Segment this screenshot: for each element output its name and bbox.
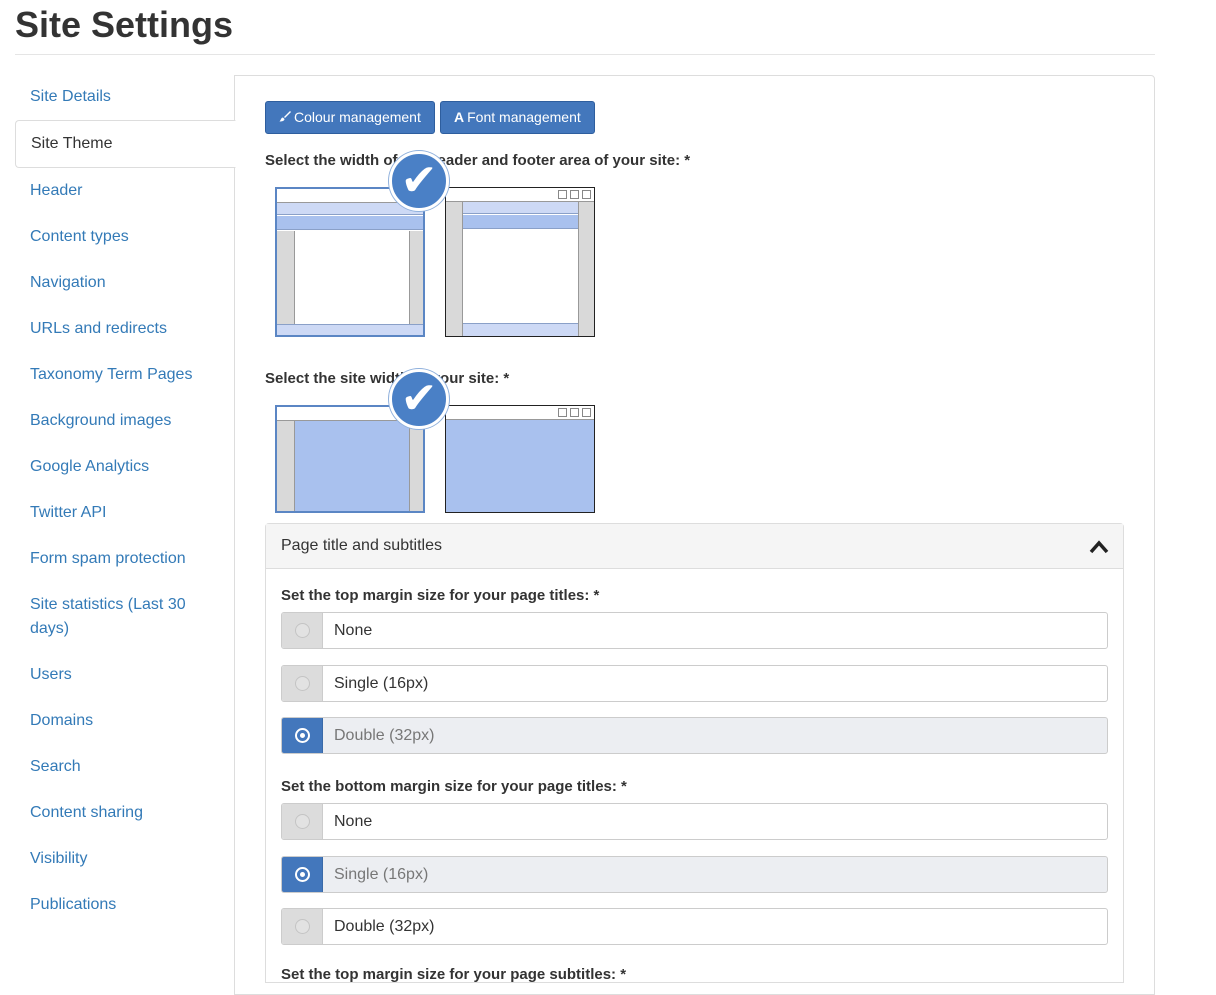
radio-button-checked[interactable]	[295, 867, 310, 882]
sidebar-item-header[interactable]: Header	[15, 168, 235, 214]
page-title: Site Settings	[15, 4, 234, 45]
radio-button-checked[interactable]	[295, 728, 310, 743]
header-width-label: Select the width of the header and foote…	[265, 152, 691, 169]
sidebar-item-taxonomy-term-pages[interactable]: Taxonomy Term Pages	[15, 352, 235, 398]
settings-sidebar: Site Details Site Theme Header Content t…	[15, 74, 236, 928]
accordion-header[interactable]: Page title and subtitles	[266, 524, 1123, 569]
bottom-margin-label: Set the bottom margin size for your page…	[281, 778, 627, 795]
font-management-button[interactable]: A Font management	[440, 101, 595, 134]
sidebar-item-content-types[interactable]: Content types	[15, 214, 235, 260]
font-management-label: Font management	[467, 109, 581, 125]
bottom-margin-option-double[interactable]: Double (32px)	[281, 908, 1108, 945]
sidebar-item-publications[interactable]: Publications	[15, 882, 235, 928]
radio-button[interactable]	[295, 814, 310, 829]
option-label: Double (32px)	[334, 727, 435, 744]
sidebar-item-site-details[interactable]: Site Details	[15, 74, 235, 120]
site-width-label: Select the site width of your site: *	[265, 370, 510, 387]
top-margin-label: Set the top margin size for your page ti…	[281, 587, 600, 604]
bottom-margin-option-none[interactable]: None	[281, 803, 1108, 840]
header-width-option-full[interactable]	[445, 187, 595, 337]
sidebar-item-users[interactable]: Users	[15, 652, 235, 698]
paintbrush-icon	[279, 102, 291, 133]
site-width-option-full[interactable]	[445, 405, 595, 513]
bottom-margin-option-single[interactable]: Single (16px)	[281, 856, 1108, 893]
top-margin-option-none[interactable]: None	[281, 612, 1108, 649]
title-divider	[15, 54, 1155, 55]
chevron-up-icon[interactable]	[1089, 537, 1109, 557]
radio-button[interactable]	[295, 919, 310, 934]
sidebar-item-urls-redirects[interactable]: URLs and redirects	[15, 306, 235, 352]
sidebar-item-navigation[interactable]: Navigation	[15, 260, 235, 306]
sidebar-item-content-sharing[interactable]: Content sharing	[15, 790, 235, 836]
selected-check-icon: ✔	[389, 369, 449, 429]
option-label: Single (16px)	[334, 675, 429, 692]
sidebar-item-search[interactable]: Search	[15, 744, 235, 790]
sidebar-item-site-statistics[interactable]: Site statistics (Last 30 days)	[15, 582, 205, 652]
option-label: None	[334, 813, 373, 830]
radio-button[interactable]	[295, 676, 310, 691]
option-label: Double (32px)	[334, 918, 435, 935]
radio-button[interactable]	[295, 623, 310, 638]
sidebar-item-domains[interactable]: Domains	[15, 698, 235, 744]
option-label: Single (16px)	[334, 866, 429, 883]
colour-management-label: Colour management	[294, 109, 421, 125]
top-margin-option-double[interactable]: Double (32px)	[281, 717, 1108, 754]
font-icon: A	[454, 109, 465, 125]
colour-management-button[interactable]: Colour management	[265, 101, 435, 134]
subtitle-top-margin-label: Set the top margin size for your page su…	[281, 966, 627, 983]
sidebar-item-visibility[interactable]: Visibility	[15, 836, 235, 882]
header-width-option-boxed[interactable]	[275, 187, 425, 337]
selected-check-icon: ✔	[389, 151, 449, 211]
accordion-title: Page title and subtitles	[281, 537, 442, 554]
sidebar-item-form-spam-protection[interactable]: Form spam protection	[15, 536, 235, 582]
sidebar-item-site-theme[interactable]: Site Theme	[15, 120, 236, 168]
sidebar-item-background-images[interactable]: Background images	[15, 398, 235, 444]
option-label: None	[334, 622, 373, 639]
sidebar-item-google-analytics[interactable]: Google Analytics	[15, 444, 235, 490]
top-margin-option-single[interactable]: Single (16px)	[281, 665, 1108, 702]
sidebar-item-twitter-api[interactable]: Twitter API	[15, 490, 235, 536]
